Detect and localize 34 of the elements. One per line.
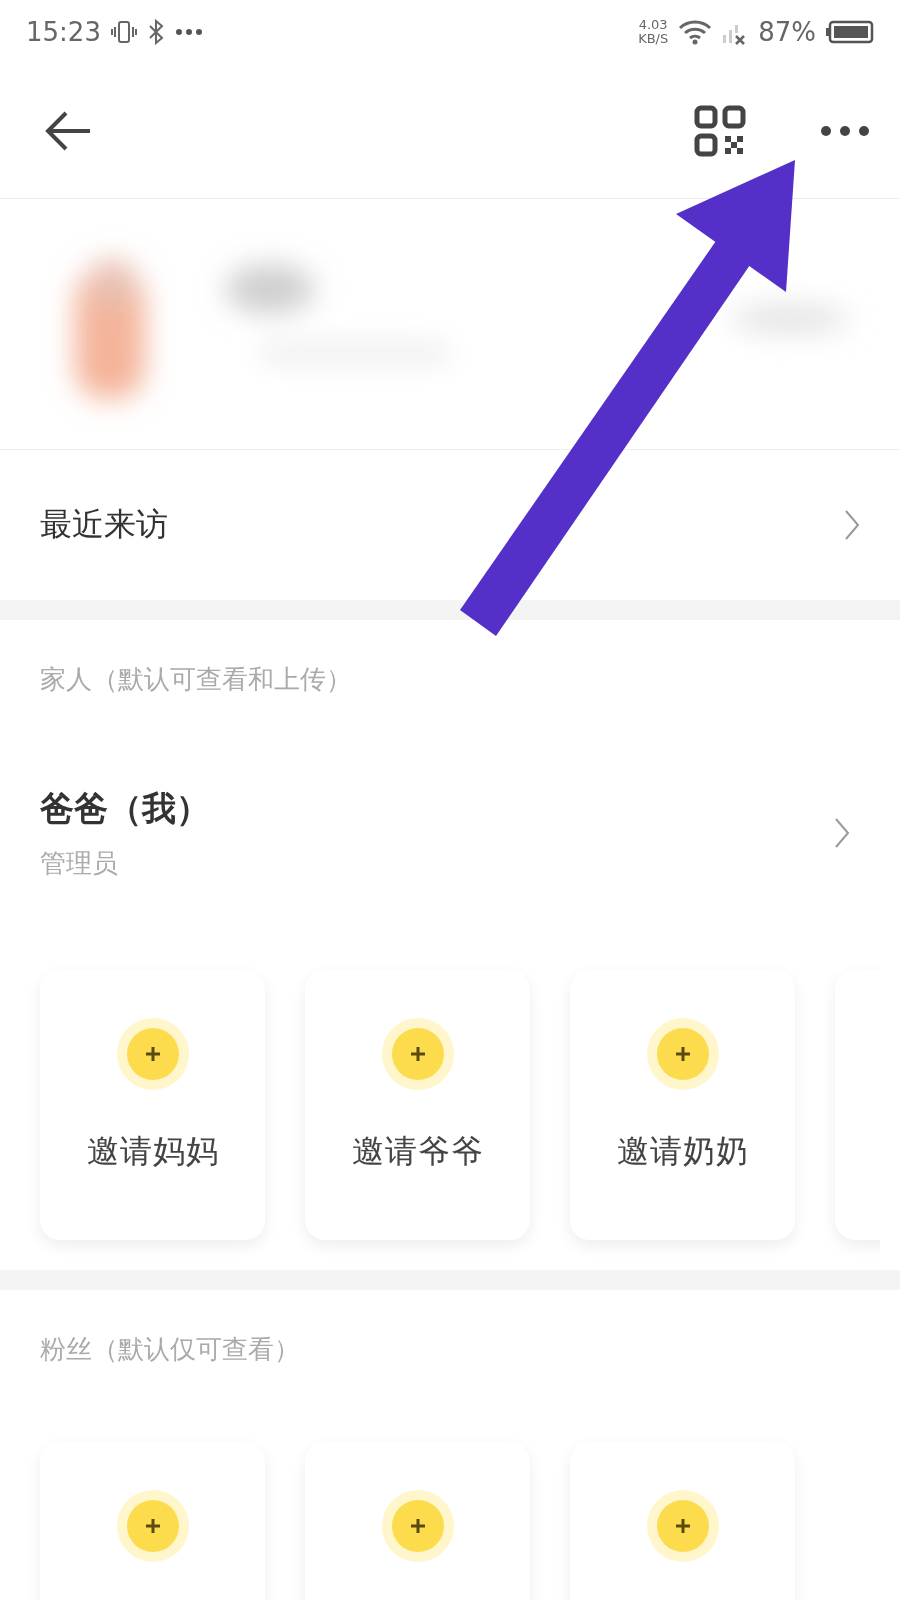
more-icon [174,28,203,36]
chevron-right-icon [844,509,860,541]
recent-visitors-label[interactable]: 最近来访 [40,503,168,547]
member-role: 管理员 [40,846,119,880]
speed-unit: KB/S [638,32,669,46]
chevron-right-icon [834,817,850,849]
network-speed: 4.03 [638,18,668,32]
back-icon[interactable] [44,111,92,151]
clock-time: 15:23 [26,17,101,47]
plus-icon [381,1018,454,1090]
member-name[interactable]: 爸爸（我） [40,785,210,832]
invite-label: 邀请妈妈 [86,1131,219,1172]
plus-icon [116,1490,189,1562]
more-icon[interactable] [820,125,870,137]
plus-icon [646,1018,719,1090]
section-title: 粉丝（默认仅可查看） [40,1334,300,1364]
battery-percent: 87% [758,17,816,47]
invite-label: 邀请奶奶 [616,1131,749,1172]
plus-icon [646,1490,719,1562]
plus-icon [381,1490,454,1562]
invite-card[interactable] [570,1442,795,1600]
bluetooth-icon [146,19,165,45]
invite-card[interactable]: 邀请奶奶 [570,970,795,1240]
plus-icon [116,1018,189,1090]
section-title: 家人（默认可查看和上传） [40,664,352,694]
wifi-icon [678,19,713,45]
invite-card[interactable] [305,1442,530,1600]
battery-icon [826,20,874,44]
invite-card[interactable]: 邀请爷爷 [305,970,530,1240]
invite-card[interactable] [40,1442,265,1600]
invite-card[interactable]: 邀请妈妈 [40,970,265,1240]
qr-code-icon[interactable] [694,105,746,157]
invite-label: 邀请爷爷 [351,1131,484,1172]
vibrate-icon [110,19,137,45]
